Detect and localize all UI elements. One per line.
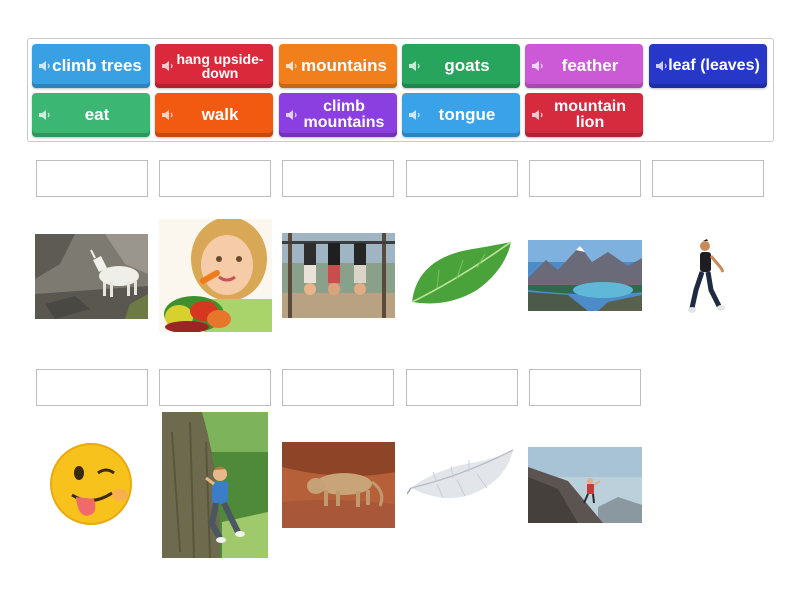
word-tile[interactable]: leaf (leaves) bbox=[649, 44, 767, 88]
kids-hanging-upside-down-image bbox=[282, 233, 395, 318]
word-tile[interactable]: walk bbox=[155, 93, 273, 137]
answer-slot[interactable] bbox=[652, 160, 764, 197]
speaker-icon[interactable] bbox=[162, 110, 174, 120]
word-tile[interactable]: eat bbox=[32, 93, 150, 137]
speaker-icon[interactable] bbox=[39, 61, 51, 71]
word-tile[interactable]: climb mountains bbox=[279, 93, 397, 137]
speaker-icon[interactable] bbox=[39, 110, 51, 120]
speaker-icon[interactable] bbox=[409, 110, 421, 120]
speaker-icon[interactable] bbox=[656, 61, 668, 71]
answer-slot[interactable] bbox=[282, 369, 394, 406]
person-walking-image bbox=[683, 238, 729, 316]
girl-eating-vegetables-image bbox=[159, 219, 272, 332]
word-tile[interactable]: tongue bbox=[402, 93, 520, 137]
climber-on-mountain-image bbox=[528, 447, 642, 523]
answer-slot[interactable] bbox=[529, 369, 641, 406]
green-leaf-image bbox=[407, 240, 513, 307]
answer-slot[interactable] bbox=[529, 160, 641, 197]
speaker-icon[interactable] bbox=[286, 110, 298, 120]
word-tile[interactable]: feather bbox=[525, 44, 643, 88]
speaker-icon[interactable] bbox=[532, 61, 544, 71]
answer-slot[interactable] bbox=[159, 369, 271, 406]
word-tile[interactable]: climb trees bbox=[32, 44, 150, 88]
goat-on-rocks-image bbox=[35, 234, 148, 319]
word-tile[interactable]: mountains bbox=[279, 44, 397, 88]
answer-slot[interactable] bbox=[406, 369, 518, 406]
answer-slot[interactable] bbox=[36, 160, 148, 197]
speaker-icon[interactable] bbox=[286, 61, 298, 71]
answer-slot[interactable] bbox=[159, 160, 271, 197]
white-feather-image bbox=[407, 448, 515, 511]
mountain-lion-image bbox=[282, 442, 395, 528]
answer-slot[interactable] bbox=[282, 160, 394, 197]
speaker-icon[interactable] bbox=[162, 61, 174, 71]
word-tile[interactable]: mountain lion bbox=[525, 93, 643, 137]
speaker-icon[interactable] bbox=[409, 61, 421, 71]
boy-climbing-tree-image bbox=[162, 412, 268, 558]
word-tile[interactable]: goats bbox=[402, 44, 520, 88]
word-bank: climb trees hang upside-down mountains goat… bbox=[27, 38, 774, 142]
mountain-lake-image bbox=[528, 240, 642, 311]
answer-slot[interactable] bbox=[36, 369, 148, 406]
speaker-icon[interactable] bbox=[532, 110, 544, 120]
word-tile[interactable]: hang upside-down bbox=[155, 44, 273, 88]
winking-tongue-emoji-image bbox=[50, 443, 132, 527]
answer-slot[interactable] bbox=[406, 160, 518, 197]
